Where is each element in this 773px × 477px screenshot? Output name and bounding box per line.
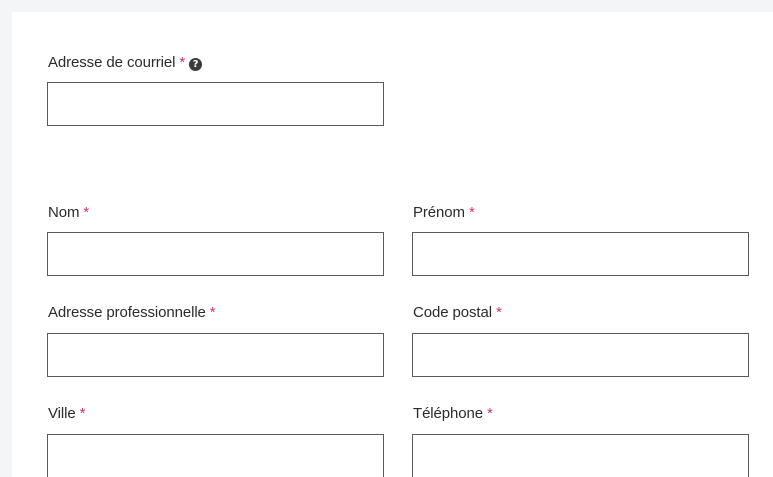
first-name-field[interactable] (412, 232, 749, 276)
required-asterisk: * (487, 405, 493, 422)
required-asterisk: * (83, 204, 90, 221)
business-address-label-text: Adresse professionnelle (48, 304, 206, 321)
first-name-label: Prénom * (413, 204, 475, 222)
last-name-label-text: Nom (48, 204, 80, 221)
city-field[interactable] (47, 434, 384, 477)
email-label: Adresse de courriel *? (48, 54, 203, 72)
business-address-label: Adresse professionnelle * (48, 304, 216, 322)
city-label: Ville * (48, 405, 85, 423)
required-asterisk: * (495, 304, 502, 321)
postal-code-field[interactable] (412, 333, 749, 377)
phone-field[interactable] (412, 434, 749, 477)
required-asterisk: * (209, 304, 216, 321)
first-name-label-text: Prénom (413, 204, 465, 221)
phone-label: Téléphone * (413, 405, 493, 423)
postal-code-label-text: Code postal (413, 304, 492, 321)
required-asterisk: * (79, 405, 86, 422)
city-label-text: Ville (48, 405, 76, 422)
required-asterisk: * (468, 204, 475, 221)
left-border-strip (0, 0, 12, 477)
question-circle-icon[interactable]: ? (189, 58, 203, 71)
email-label-text: Adresse de courriel (48, 54, 176, 71)
business-address-field[interactable] (47, 333, 384, 377)
top-border-strip (0, 0, 773, 12)
email-field[interactable] (47, 82, 384, 126)
form-page: Adresse de courriel *? Nom * Prénom * Adres… (0, 0, 773, 477)
last-name-label: Nom * (48, 204, 89, 222)
required-asterisk: * (179, 54, 186, 71)
phone-label-text: Téléphone (413, 405, 483, 422)
postal-code-label: Code postal * (413, 304, 502, 322)
last-name-field[interactable] (47, 232, 384, 276)
